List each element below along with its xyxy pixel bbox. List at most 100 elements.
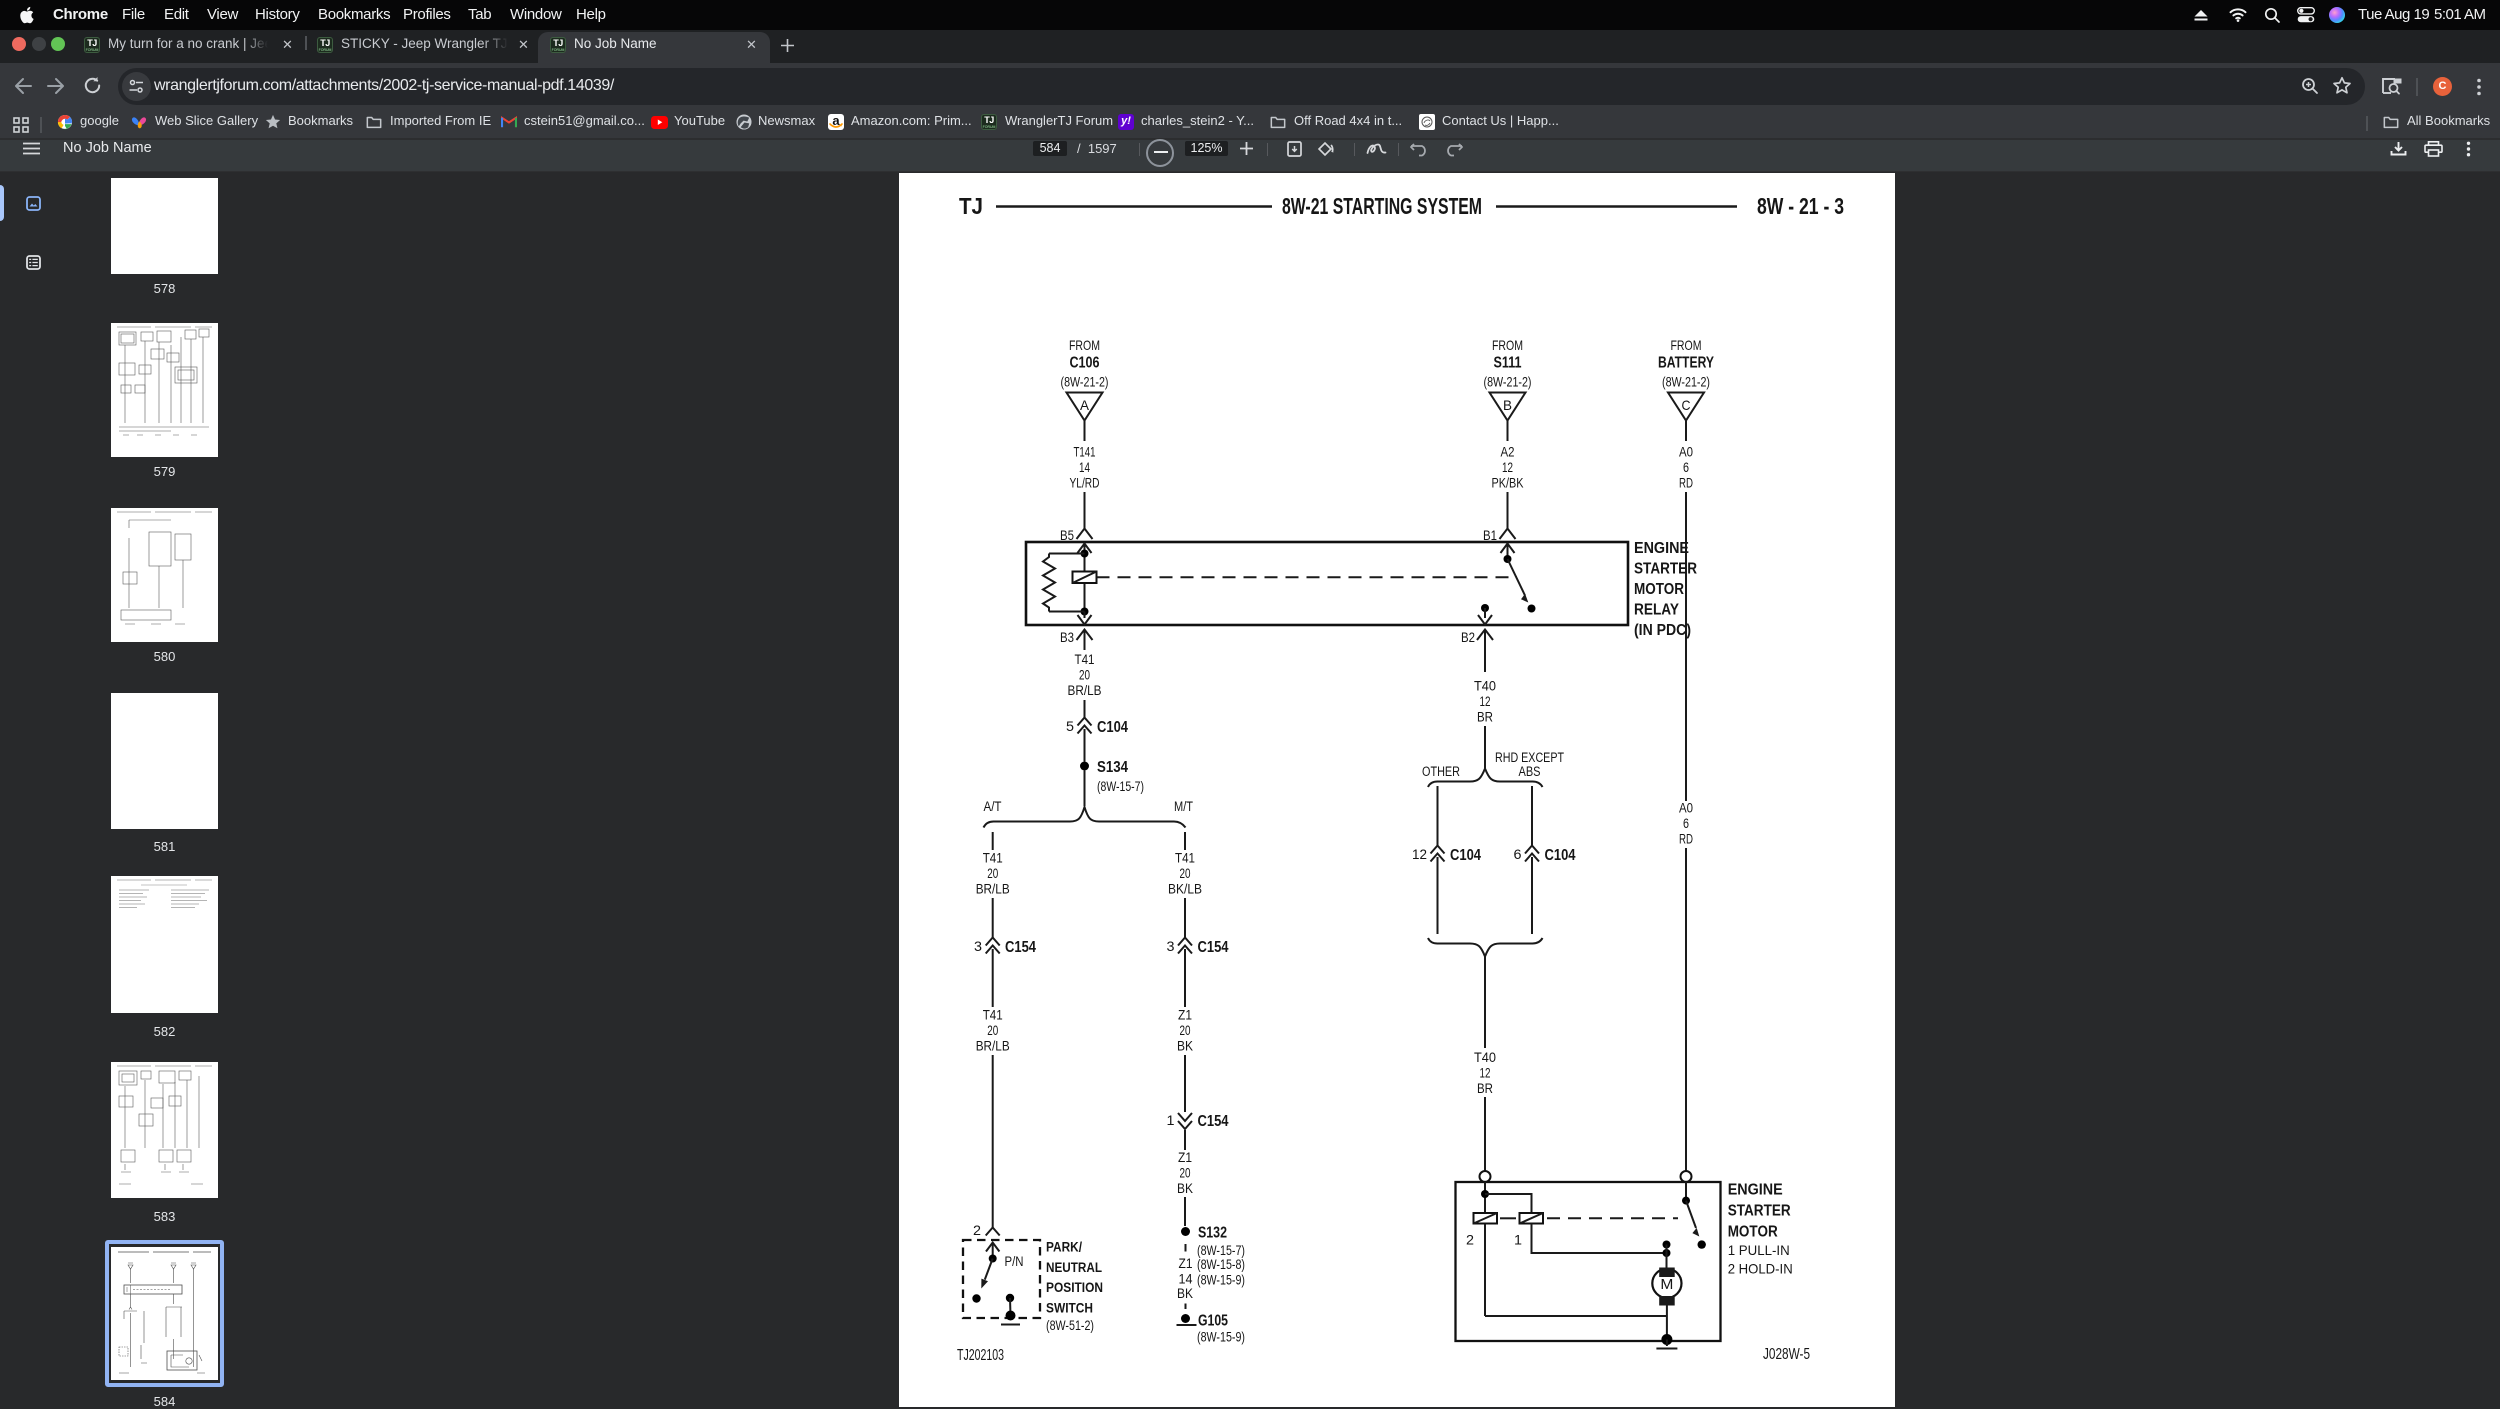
svg-text:T41: T41	[983, 850, 1003, 866]
svg-text:14: 14	[1079, 459, 1090, 475]
svg-text:RD: RD	[1679, 475, 1693, 491]
svg-text:2: 2	[973, 1222, 981, 1238]
svg-text:20: 20	[1079, 667, 1090, 683]
svg-text:RHD EXCEPT: RHD EXCEPT	[1495, 750, 1564, 765]
svg-text:BR: BR	[1477, 1080, 1493, 1096]
svg-text:C104: C104	[1545, 847, 1576, 864]
svg-text:ENGINE: ENGINE	[1728, 1182, 1783, 1199]
svg-text:BATTERY: BATTERY	[1658, 355, 1715, 372]
svg-text:T41: T41	[1175, 850, 1195, 866]
svg-text:20: 20	[987, 865, 998, 881]
svg-text:M/T: M/T	[1174, 798, 1193, 814]
svg-text:12: 12	[1502, 459, 1513, 475]
svg-text:T141: T141	[1074, 444, 1096, 460]
svg-text:BR: BR	[1477, 709, 1493, 725]
svg-text:J028W-5: J028W-5	[1763, 1346, 1810, 1363]
svg-text:NEUTRAL: NEUTRAL	[1046, 1260, 1102, 1275]
svg-text:(8W-21-2): (8W-21-2)	[1061, 375, 1109, 390]
svg-text:STARTER: STARTER	[1634, 561, 1697, 578]
svg-text:RELAY: RELAY	[1634, 602, 1680, 619]
svg-text:20: 20	[1180, 1165, 1191, 1181]
svg-text:C154: C154	[1198, 939, 1229, 956]
svg-text:B1: B1	[1483, 527, 1497, 543]
svg-text:YL/RD: YL/RD	[1070, 475, 1100, 491]
svg-text:(8W-15-7): (8W-15-7)	[1097, 779, 1144, 794]
svg-text:(8W-15-9): (8W-15-9)	[1197, 1273, 1245, 1288]
svg-text:BR/LB: BR/LB	[1068, 682, 1102, 698]
svg-text:POSITION: POSITION	[1046, 1280, 1103, 1295]
svg-text:14: 14	[1179, 1272, 1193, 1287]
svg-text:PK/BK: PK/BK	[1492, 475, 1525, 491]
svg-text:C104: C104	[1450, 847, 1481, 864]
svg-text:A2: A2	[1501, 444, 1515, 460]
svg-text:P/N: P/N	[1005, 1254, 1024, 1269]
svg-text:Z1: Z1	[1178, 1149, 1192, 1165]
svg-text:C154: C154	[1198, 1113, 1229, 1130]
svg-text:G105: G105	[1198, 1313, 1228, 1330]
svg-text:6: 6	[1683, 459, 1689, 475]
svg-text:5: 5	[1066, 718, 1074, 734]
svg-text:12: 12	[1480, 693, 1491, 709]
svg-text:BR/LB: BR/LB	[976, 881, 1010, 897]
svg-text:(8W-21-2): (8W-21-2)	[1484, 375, 1532, 390]
svg-text:A0: A0	[1679, 444, 1693, 460]
svg-text:(8W-51-2): (8W-51-2)	[1046, 1318, 1094, 1333]
svg-text:20: 20	[987, 1022, 998, 1038]
svg-text:Z1: Z1	[1178, 1007, 1192, 1023]
svg-text:B: B	[1503, 397, 1512, 413]
svg-text:T40: T40	[1474, 1049, 1496, 1065]
svg-text:3: 3	[1167, 938, 1175, 954]
svg-text:C104: C104	[1097, 719, 1128, 736]
svg-text:TJ: TJ	[959, 193, 983, 219]
svg-text:BK: BK	[1177, 1180, 1194, 1196]
svg-text:S111: S111	[1494, 355, 1522, 372]
svg-text:BK: BK	[1177, 1286, 1193, 1301]
svg-text:(8W-15-9): (8W-15-9)	[1197, 1330, 1245, 1345]
svg-text:RD: RD	[1679, 831, 1693, 847]
svg-text:T41: T41	[983, 1007, 1003, 1023]
svg-text:PARK/: PARK/	[1046, 1240, 1082, 1255]
svg-text:1: 1	[1514, 1232, 1522, 1248]
svg-text:20: 20	[1180, 1022, 1191, 1038]
svg-text:OTHER: OTHER	[1422, 764, 1460, 779]
svg-text:A: A	[1080, 397, 1090, 413]
svg-text:B2: B2	[1461, 629, 1475, 645]
svg-text:A0: A0	[1679, 800, 1693, 816]
svg-text:C106: C106	[1070, 355, 1100, 372]
svg-text:ABS: ABS	[1519, 764, 1541, 779]
svg-text:(8W-15-8): (8W-15-8)	[1197, 1257, 1245, 1272]
svg-text:6: 6	[1514, 846, 1522, 862]
svg-text:2 HOLD-IN: 2 HOLD-IN	[1728, 1260, 1793, 1276]
svg-text:1: 1	[1167, 1112, 1175, 1128]
svg-text:(IN PDC): (IN PDC)	[1634, 622, 1691, 639]
svg-text:12: 12	[1412, 846, 1427, 862]
svg-text:BK: BK	[1177, 1038, 1194, 1054]
svg-text:FROM: FROM	[1069, 337, 1100, 353]
svg-text:B5: B5	[1060, 527, 1074, 543]
svg-text:Z1: Z1	[1179, 1256, 1193, 1271]
svg-text:MOTOR: MOTOR	[1634, 581, 1684, 598]
svg-text:MOTOR: MOTOR	[1728, 1224, 1778, 1241]
svg-text:S134: S134	[1097, 759, 1128, 776]
svg-text:S132: S132	[1198, 1225, 1227, 1242]
svg-text:2: 2	[1466, 1232, 1474, 1248]
svg-text:8W-21 STARTING SYSTEM: 8W-21 STARTING SYSTEM	[1282, 193, 1482, 219]
svg-text:STARTER: STARTER	[1728, 1203, 1791, 1220]
svg-text:T41: T41	[1075, 651, 1095, 667]
svg-text:SWITCH: SWITCH	[1046, 1300, 1093, 1315]
svg-text:FROM: FROM	[1671, 337, 1702, 353]
svg-text:6: 6	[1683, 815, 1689, 831]
svg-text:M: M	[1660, 1276, 1673, 1293]
svg-text:TJ202103: TJ202103	[957, 1347, 1004, 1364]
svg-text:A/T: A/T	[984, 798, 1002, 814]
svg-text:ENGINE: ENGINE	[1634, 540, 1689, 557]
svg-text:20: 20	[1180, 865, 1191, 881]
svg-text:T40: T40	[1474, 678, 1496, 694]
svg-text:8W - 21 - 3: 8W - 21 - 3	[1757, 193, 1844, 219]
svg-text:C: C	[1682, 397, 1691, 413]
svg-text:1 PULL-IN: 1 PULL-IN	[1728, 1242, 1790, 1258]
svg-text:FROM: FROM	[1492, 337, 1523, 353]
svg-text:B3: B3	[1060, 629, 1074, 645]
svg-text:BR/LB: BR/LB	[976, 1038, 1010, 1054]
svg-text:(8W-15-7): (8W-15-7)	[1197, 1243, 1245, 1258]
